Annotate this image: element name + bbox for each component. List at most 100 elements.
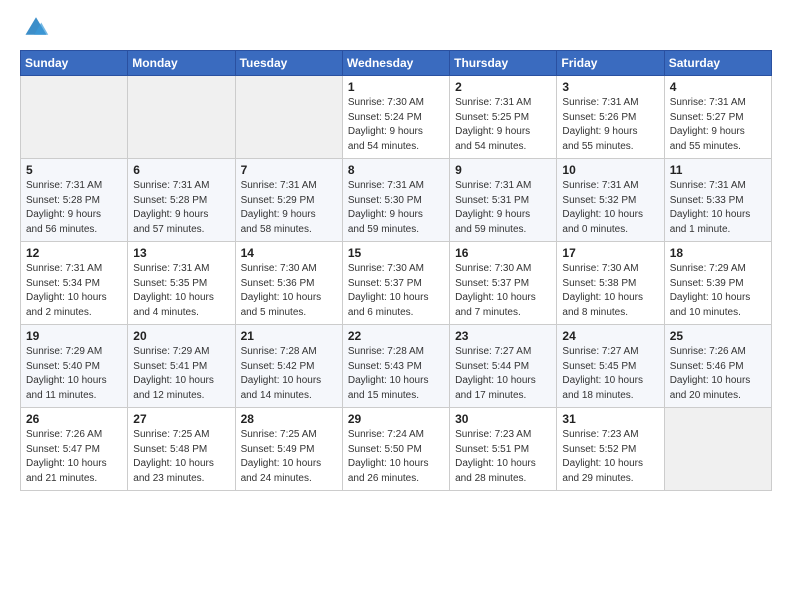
- day-number: 21: [241, 329, 337, 343]
- week-row-2: 5 Sunrise: 7:31 AMSunset: 5:28 PMDaylight…: [21, 159, 772, 242]
- day-info: Sunrise: 7:25 AMSunset: 5:48 PMDaylight:…: [133, 428, 229, 486]
- day-number: 25: [670, 329, 766, 343]
- day-number: 13: [133, 246, 229, 260]
- day-info: Sunrise: 7:30 AMSunset: 5:37 PMDaylight:…: [348, 262, 444, 320]
- calendar-cell: 24 Sunrise: 7:27 AMSunset: 5:45 PMDayligh…: [557, 325, 664, 408]
- calendar-cell: 13 Sunrise: 7:31 AMSunset: 5:35 PMDayligh…: [128, 242, 235, 325]
- day-info: Sunrise: 7:28 AMSunset: 5:43 PMDaylight:…: [348, 345, 444, 403]
- calendar-cell: 27 Sunrise: 7:25 AMSunset: 5:48 PMDayligh…: [128, 408, 235, 491]
- week-row-5: 26Sunrise: 7:26 AMSunset: 5:47 PMDayligh…: [21, 408, 772, 491]
- calendar-cell: [664, 408, 771, 491]
- weekday-tuesday: Tuesday: [235, 51, 342, 76]
- calendar-cell: 7 Sunrise: 7:31 AMSunset: 5:29 PMDaylight…: [235, 159, 342, 242]
- day-info: Sunrise: 7:31 AMSunset: 5:26 PMDaylight:…: [562, 96, 658, 154]
- day-info: Sunrise: 7:27 AMSunset: 5:44 PMDaylight:…: [455, 345, 551, 403]
- day-info: Sunrise: 7:31 AMSunset: 5:32 PMDaylight:…: [562, 179, 658, 237]
- day-info: Sunrise: 7:27 AMSunset: 5:45 PMDaylight:…: [562, 345, 658, 403]
- calendar-cell: 14 Sunrise: 7:30 AMSunset: 5:36 PMDayligh…: [235, 242, 342, 325]
- day-info: Sunrise: 7:30 AMSunset: 5:37 PMDaylight:…: [455, 262, 551, 320]
- day-number: 27: [133, 412, 229, 426]
- weekday-friday: Friday: [557, 51, 664, 76]
- calendar-cell: 17 Sunrise: 7:30 AMSunset: 5:38 PMDayligh…: [557, 242, 664, 325]
- day-info: Sunrise: 7:24 AMSunset: 5:50 PMDaylight:…: [348, 428, 444, 486]
- weekday-saturday: Saturday: [664, 51, 771, 76]
- day-info: Sunrise: 7:26 AMSunset: 5:46 PMDaylight:…: [670, 345, 766, 403]
- calendar-cell: 21 Sunrise: 7:28 AMSunset: 5:42 PMDayligh…: [235, 325, 342, 408]
- day-number: 23: [455, 329, 551, 343]
- day-number: 5: [26, 163, 122, 177]
- week-row-3: 12Sunrise: 7:31 AMSunset: 5:34 PMDayligh…: [21, 242, 772, 325]
- day-info: Sunrise: 7:29 AMSunset: 5:39 PMDaylight:…: [670, 262, 766, 320]
- day-info: Sunrise: 7:31 AMSunset: 5:29 PMDaylight:…: [241, 179, 337, 237]
- weekday-sunday: Sunday: [21, 51, 128, 76]
- day-number: 29: [348, 412, 444, 426]
- day-info: Sunrise: 7:31 AMSunset: 5:27 PMDaylight:…: [670, 96, 766, 154]
- week-row-1: 1 Sunrise: 7:30 AMSunset: 5:24 PMDaylight…: [21, 76, 772, 159]
- day-number: 6: [133, 163, 229, 177]
- day-number: 31: [562, 412, 658, 426]
- calendar-cell: 5 Sunrise: 7:31 AMSunset: 5:28 PMDaylight…: [21, 159, 128, 242]
- calendar-cell: 12Sunrise: 7:31 AMSunset: 5:34 PMDayligh…: [21, 242, 128, 325]
- calendar-cell: 22Sunrise: 7:28 AMSunset: 5:43 PMDayligh…: [342, 325, 449, 408]
- day-info: Sunrise: 7:31 AMSunset: 5:25 PMDaylight:…: [455, 96, 551, 154]
- weekday-wednesday: Wednesday: [342, 51, 449, 76]
- calendar-cell: 16 Sunrise: 7:30 AMSunset: 5:37 PMDayligh…: [450, 242, 557, 325]
- day-number: 11: [670, 163, 766, 177]
- day-number: 16: [455, 246, 551, 260]
- calendar-cell: 26Sunrise: 7:26 AMSunset: 5:47 PMDayligh…: [21, 408, 128, 491]
- day-number: 19: [26, 329, 122, 343]
- calendar-cell: 4Sunrise: 7:31 AMSunset: 5:27 PMDaylight…: [664, 76, 771, 159]
- day-number: 14: [241, 246, 337, 260]
- day-number: 12: [26, 246, 122, 260]
- day-number: 17: [562, 246, 658, 260]
- logo-icon: [22, 12, 50, 40]
- day-info: Sunrise: 7:31 AMSunset: 5:28 PMDaylight:…: [133, 179, 229, 237]
- day-number: 24: [562, 329, 658, 343]
- calendar-cell: 20 Sunrise: 7:29 AMSunset: 5:41 PMDayligh…: [128, 325, 235, 408]
- day-info: Sunrise: 7:28 AMSunset: 5:42 PMDaylight:…: [241, 345, 337, 403]
- day-info: Sunrise: 7:29 AMSunset: 5:40 PMDaylight:…: [26, 345, 122, 403]
- calendar-cell: 8Sunrise: 7:31 AMSunset: 5:30 PMDaylight…: [342, 159, 449, 242]
- day-info: Sunrise: 7:31 AMSunset: 5:28 PMDaylight:…: [26, 179, 122, 237]
- day-number: 7: [241, 163, 337, 177]
- day-number: 28: [241, 412, 337, 426]
- calendar-cell: 9Sunrise: 7:31 AMSunset: 5:31 PMDaylight…: [450, 159, 557, 242]
- week-row-4: 19 Sunrise: 7:29 AMSunset: 5:40 PMDayligh…: [21, 325, 772, 408]
- weekday-header-row: SundayMondayTuesdayWednesdayThursdayFrid…: [21, 51, 772, 76]
- day-number: 1: [348, 80, 444, 94]
- day-info: Sunrise: 7:31 AMSunset: 5:35 PMDaylight:…: [133, 262, 229, 320]
- calendar-cell: [21, 76, 128, 159]
- calendar-cell: 3 Sunrise: 7:31 AMSunset: 5:26 PMDaylight…: [557, 76, 664, 159]
- calendar-cell: 25 Sunrise: 7:26 AMSunset: 5:46 PMDayligh…: [664, 325, 771, 408]
- day-info: Sunrise: 7:31 AMSunset: 5:33 PMDaylight:…: [670, 179, 766, 237]
- day-number: 10: [562, 163, 658, 177]
- calendar: SundayMondayTuesdayWednesdayThursdayFrid…: [20, 50, 772, 491]
- day-info: Sunrise: 7:30 AMSunset: 5:38 PMDaylight:…: [562, 262, 658, 320]
- calendar-cell: 15Sunrise: 7:30 AMSunset: 5:37 PMDayligh…: [342, 242, 449, 325]
- day-info: Sunrise: 7:31 AMSunset: 5:31 PMDaylight:…: [455, 179, 551, 237]
- day-info: Sunrise: 7:23 AMSunset: 5:51 PMDaylight:…: [455, 428, 551, 486]
- calendar-cell: [235, 76, 342, 159]
- day-number: 2: [455, 80, 551, 94]
- calendar-cell: 30 Sunrise: 7:23 AMSunset: 5:51 PMDayligh…: [450, 408, 557, 491]
- day-info: Sunrise: 7:25 AMSunset: 5:49 PMDaylight:…: [241, 428, 337, 486]
- day-info: Sunrise: 7:30 AMSunset: 5:36 PMDaylight:…: [241, 262, 337, 320]
- calendar-cell: 6 Sunrise: 7:31 AMSunset: 5:28 PMDaylight…: [128, 159, 235, 242]
- day-number: 26: [26, 412, 122, 426]
- day-number: 18: [670, 246, 766, 260]
- calendar-cell: 23 Sunrise: 7:27 AMSunset: 5:44 PMDayligh…: [450, 325, 557, 408]
- weekday-monday: Monday: [128, 51, 235, 76]
- day-info: Sunrise: 7:29 AMSunset: 5:41 PMDaylight:…: [133, 345, 229, 403]
- day-info: Sunrise: 7:31 AMSunset: 5:30 PMDaylight:…: [348, 179, 444, 237]
- day-info: Sunrise: 7:30 AMSunset: 5:24 PMDaylight:…: [348, 96, 444, 154]
- calendar-cell: 28 Sunrise: 7:25 AMSunset: 5:49 PMDayligh…: [235, 408, 342, 491]
- day-number: 20: [133, 329, 229, 343]
- calendar-cell: 31 Sunrise: 7:23 AMSunset: 5:52 PMDayligh…: [557, 408, 664, 491]
- calendar-cell: 11 Sunrise: 7:31 AMSunset: 5:33 PMDayligh…: [664, 159, 771, 242]
- day-number: 3: [562, 80, 658, 94]
- calendar-cell: [128, 76, 235, 159]
- calendar-cell: 2 Sunrise: 7:31 AMSunset: 5:25 PMDaylight…: [450, 76, 557, 159]
- logo: [20, 16, 50, 40]
- day-number: 30: [455, 412, 551, 426]
- day-info: Sunrise: 7:23 AMSunset: 5:52 PMDaylight:…: [562, 428, 658, 486]
